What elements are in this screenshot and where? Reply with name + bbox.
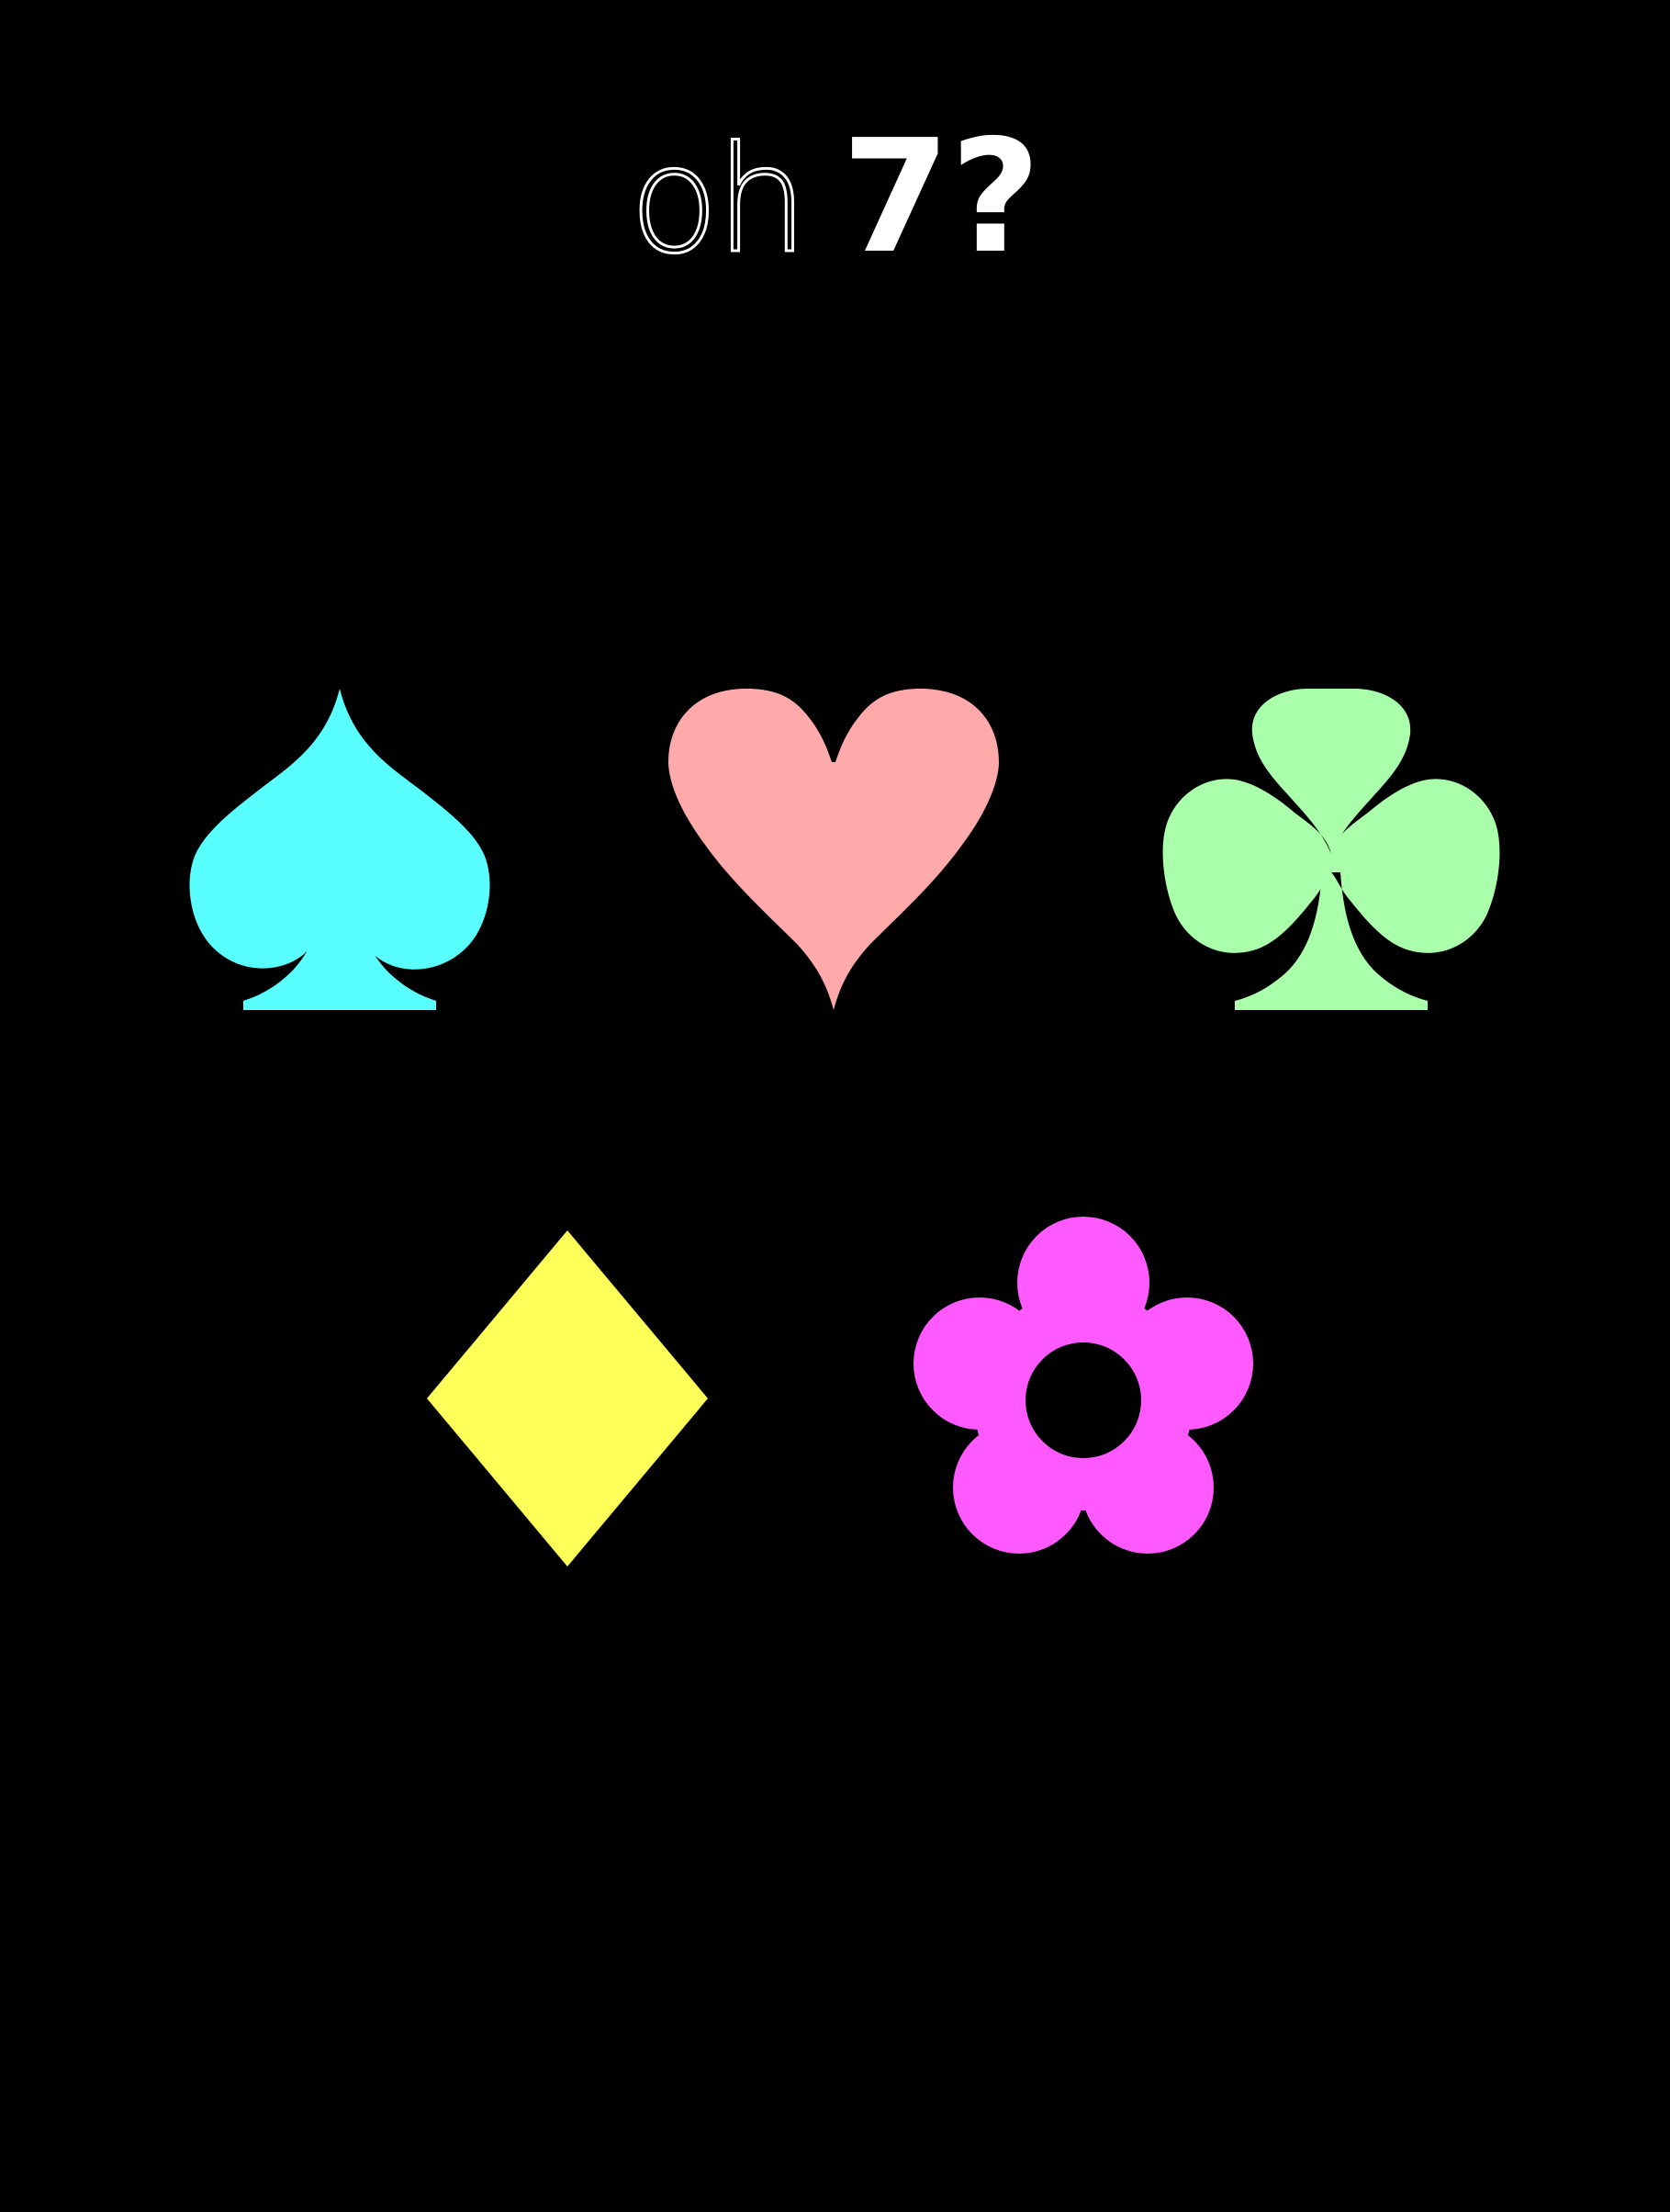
title-number: 7? (841, 107, 1041, 288)
title-prefix: oh (628, 114, 810, 286)
diamond-choice-button[interactable] (425, 1229, 710, 1568)
club-icon (1162, 689, 1500, 1010)
diamond-icon (427, 1230, 708, 1566)
spade-icon (189, 689, 490, 1010)
flower-choice-button[interactable] (904, 1217, 1262, 1566)
flower-icon (913, 1217, 1253, 1554)
spade-choice-button[interactable] (188, 689, 491, 1010)
heart-choice-button[interactable] (668, 689, 999, 1010)
club-choice-button[interactable] (1161, 689, 1501, 1010)
page-title: oh 7? (0, 119, 1670, 275)
heart-icon (668, 689, 999, 1010)
